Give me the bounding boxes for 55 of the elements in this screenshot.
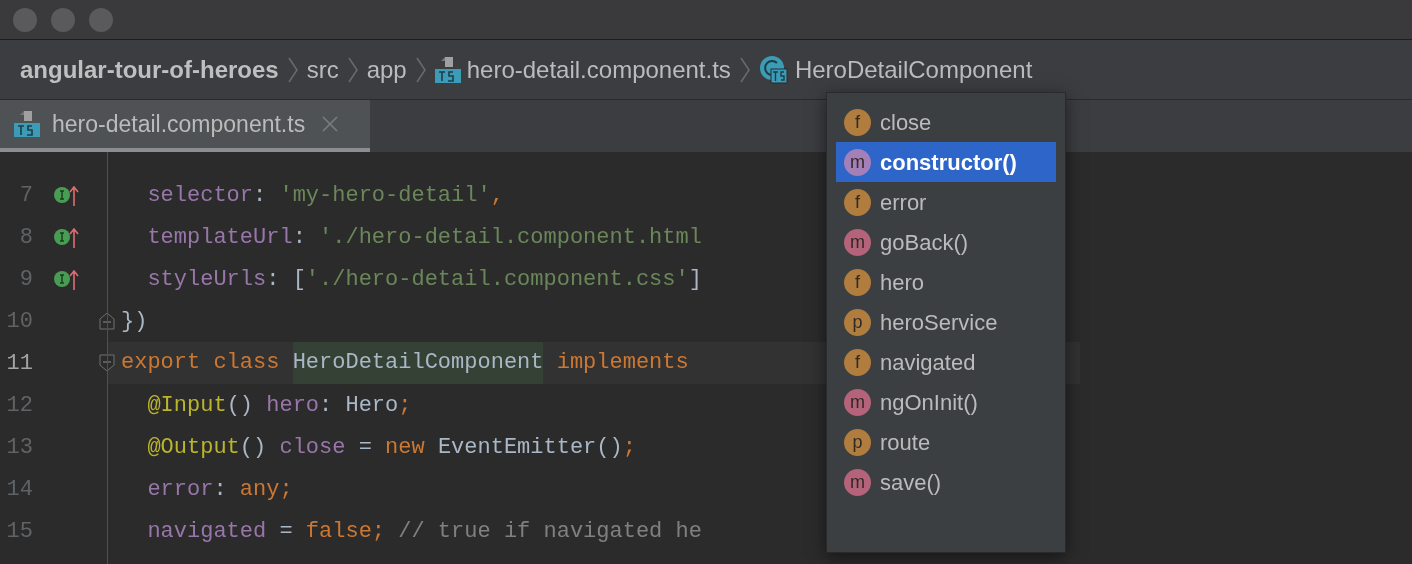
class-icon xyxy=(758,54,789,85)
member-item[interactable]: p route xyxy=(836,422,1056,462)
member-item[interactable]: m constructor() xyxy=(836,142,1056,182)
minimize-window-icon[interactable] xyxy=(51,7,75,32)
member-item[interactable]: m ngOnInit() xyxy=(836,382,1056,422)
typescript-file-icon xyxy=(14,111,40,137)
line-number: 9 xyxy=(18,265,33,294)
line-number: 11 xyxy=(5,349,33,378)
member-item[interactable]: f navigated xyxy=(836,342,1056,382)
typescript-file-icon xyxy=(434,56,461,83)
chevron-icon xyxy=(286,56,299,83)
member-item[interactable]: p heroService xyxy=(836,302,1056,342)
code-line: export class HeroDetailComponent implements xyxy=(121,342,689,384)
member-item[interactable]: m save() xyxy=(836,462,1056,502)
line-number: 12 xyxy=(5,391,33,420)
member-item[interactable]: f close xyxy=(836,102,1056,142)
member-badge-icon: p xyxy=(844,308,871,336)
breadcrumb-item[interactable]: app xyxy=(366,51,407,88)
close-icon xyxy=(321,115,340,133)
code-line: @Input() hero: Hero; xyxy=(146,391,412,420)
member-badge-icon: p xyxy=(844,428,871,456)
editor-tab[interactable]: hero-detail.component.ts xyxy=(0,100,370,152)
breadcrumb-item[interactable]: hero-detail.component.ts xyxy=(466,51,731,88)
line-number: 7 xyxy=(18,181,33,210)
breadcrumb-item[interactable]: HeroDetailComponent xyxy=(794,51,1033,88)
line-number: 13 xyxy=(5,433,33,462)
line-number: 10 xyxy=(5,307,33,336)
code-line: templateUrl: './hero-detail.component.html xyxy=(146,223,702,252)
chevron-icon xyxy=(414,56,427,83)
member-badge-icon: f xyxy=(844,108,871,136)
close-window-icon[interactable] xyxy=(13,7,37,32)
member-badge-icon: m xyxy=(844,468,871,496)
code-line: selector: 'my-hero-detail', xyxy=(146,181,504,210)
code-line: error: any; xyxy=(146,475,293,504)
breadcrumb-item[interactable]: angular-tour-of-heroes xyxy=(20,51,279,88)
zoom-window-icon[interactable] xyxy=(89,7,113,32)
member-item[interactable]: f error xyxy=(836,182,1056,222)
chevron-icon xyxy=(346,56,359,83)
member-badge-icon: f xyxy=(844,268,871,296)
member-badge-icon: f xyxy=(844,188,871,216)
line-number: 8 xyxy=(18,223,33,252)
member-item[interactable]: f hero xyxy=(836,262,1056,302)
member-badge-icon: m xyxy=(844,228,871,256)
line-number: 15 xyxy=(5,517,33,546)
member-badge-icon: m xyxy=(844,388,871,416)
line-number: 14 xyxy=(5,475,33,504)
code-line: navigated = false; // true if navigated he xyxy=(146,517,702,546)
chevron-icon xyxy=(738,56,751,83)
member-badge-icon: m xyxy=(844,148,871,176)
member-item[interactable]: m goBack() xyxy=(836,222,1056,262)
breadcrumb-item[interactable]: src xyxy=(306,51,339,88)
code-line: styleUrls: ['./hero-detail.component.css'] xyxy=(146,265,702,294)
member-badge-icon: f xyxy=(844,348,871,376)
code-line: }) xyxy=(121,307,148,336)
code-line: @Output() close = new EventEmitter(); xyxy=(146,433,636,462)
